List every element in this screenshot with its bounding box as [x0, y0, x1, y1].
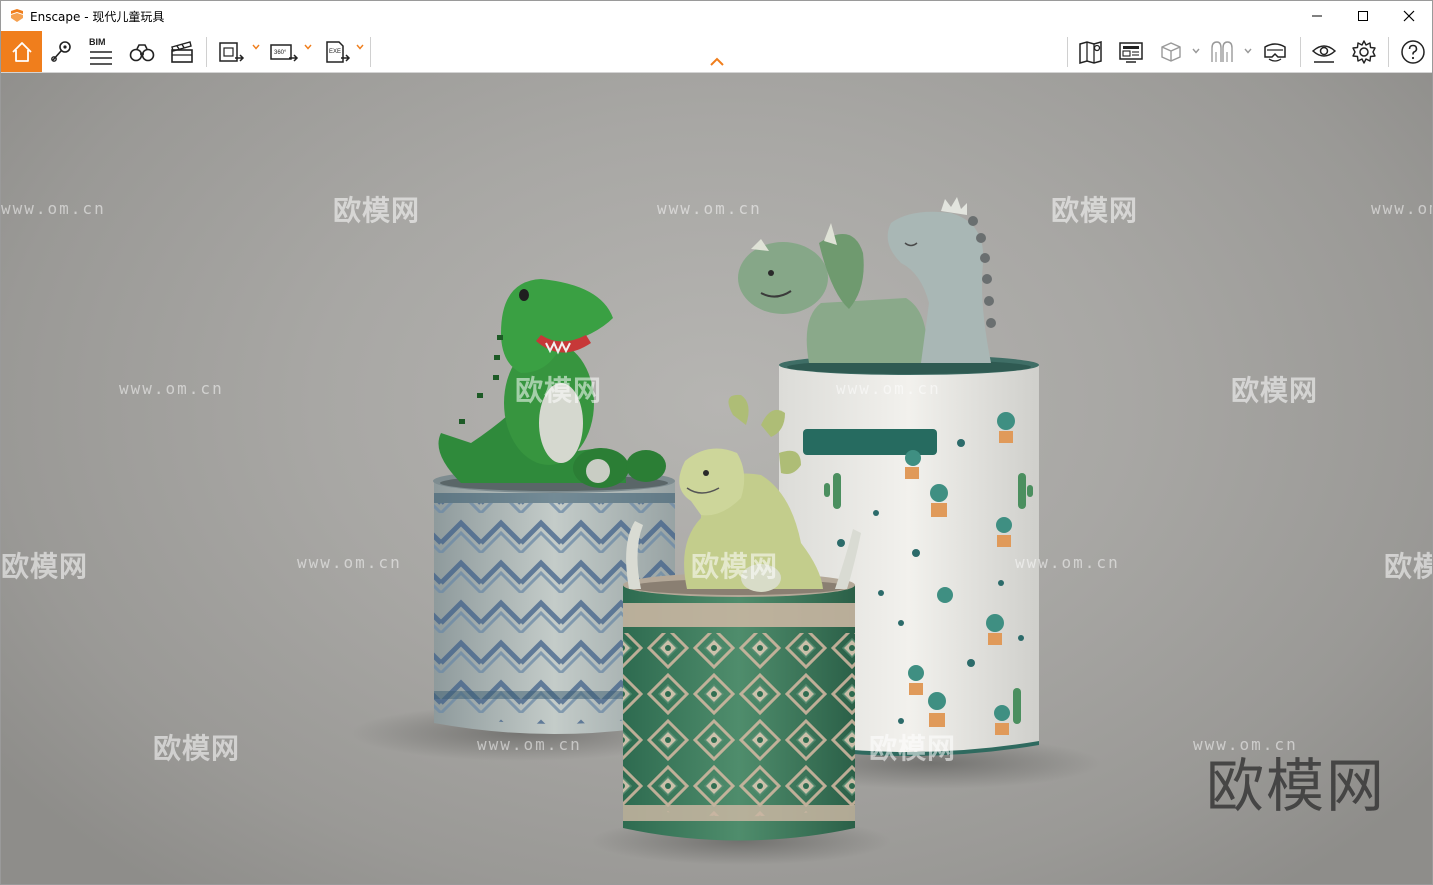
gear-icon: [1352, 39, 1376, 64]
corner-watermark: 欧模网: [1206, 752, 1387, 820]
chevron-down-icon[interactable]: [1244, 48, 1252, 54]
render-viewport[interactable]: www.om.cn 欧模网 欧模网 www.om.cn www.om.cn 欧模…: [1, 73, 1432, 884]
toolbar-separator: [370, 37, 371, 67]
close-icon: [1403, 10, 1415, 22]
video-editor-button[interactable]: [166, 31, 198, 72]
display-button[interactable]: [1114, 31, 1148, 72]
screenshot-button[interactable]: [214, 31, 248, 72]
map-button[interactable]: [1074, 31, 1108, 72]
maximize-button[interactable]: [1340, 1, 1386, 31]
maximize-icon: [1358, 11, 1368, 21]
chevron-down-icon[interactable]: [1192, 48, 1200, 54]
svg-text:360°: 360°: [274, 50, 287, 56]
panorama-export-icon: 360°: [270, 43, 299, 62]
archway-icon: [1211, 40, 1233, 62]
arch-button[interactable]: [1205, 31, 1239, 72]
minimize-icon: [1312, 15, 1322, 17]
help-button[interactable]: [1396, 31, 1430, 72]
toolbar-separator: [1067, 37, 1068, 67]
chevron-up-icon[interactable]: [708, 56, 726, 68]
minimize-button[interactable]: [1294, 1, 1340, 31]
toolbar-separator: [1388, 37, 1389, 67]
main-toolbar: BIM 360° EXE: [1, 31, 1432, 73]
home-icon: [11, 41, 32, 62]
walk-mode-button[interactable]: [126, 31, 158, 72]
eye-icon: [1311, 44, 1337, 63]
toolbar-separator: [1300, 37, 1301, 67]
panorama-button[interactable]: 360°: [267, 31, 301, 72]
location-pin-icon: [51, 40, 71, 62]
map-icon: [1079, 40, 1102, 64]
chevron-down-icon[interactable]: [304, 44, 312, 50]
bim-label: BIM: [89, 37, 106, 47]
svg-text:EXE: EXE: [329, 49, 341, 55]
title-bar[interactable]: Enscape - 现代儿童玩具: [1, 1, 1432, 31]
home-button[interactable]: [1, 31, 42, 72]
window-title: Enscape - 现代儿童玩具: [30, 10, 165, 24]
enscape-window: Enscape - 现代儿童玩具 BIM 360° EXE www.om.cn …: [0, 0, 1433, 885]
close-button[interactable]: [1386, 1, 1432, 31]
exe-export-icon: EXE: [326, 40, 351, 63]
chevron-down-icon[interactable]: [252, 44, 260, 50]
visual-settings-button[interactable]: [1307, 31, 1341, 72]
toolbar-separator: [206, 37, 207, 67]
cube-icon: [1161, 41, 1181, 62]
vr-button[interactable]: [1257, 31, 1293, 72]
exe-export-button[interactable]: EXE: [320, 31, 354, 72]
clapperboard-icon: [171, 40, 193, 63]
binoculars-icon: [129, 43, 155, 61]
settings-button[interactable]: [1347, 31, 1381, 72]
bim-icon: [90, 50, 112, 65]
trex-toy: [438, 279, 666, 488]
views-button[interactable]: [47, 31, 77, 72]
screenshot-export-icon: [219, 41, 245, 62]
help-icon: [1401, 39, 1425, 64]
monitor-icon: [1119, 41, 1143, 63]
vr-headset-icon: [1264, 42, 1286, 62]
enscape-logo-icon: [11, 9, 23, 22]
chevron-down-icon[interactable]: [356, 44, 364, 50]
cube-button[interactable]: [1154, 31, 1188, 72]
